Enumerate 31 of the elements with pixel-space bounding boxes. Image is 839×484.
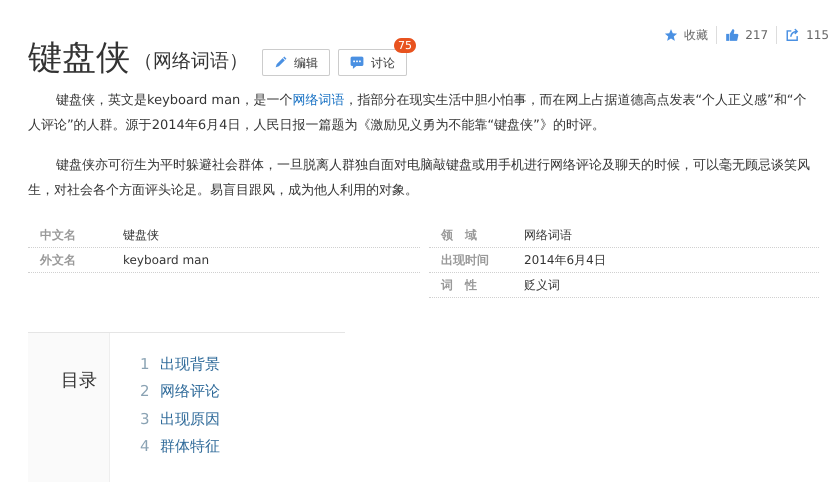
toc-item[interactable]: 1 出现背景 — [140, 350, 220, 378]
count-badge: 75 — [394, 38, 416, 53]
body-paragraph: 键盘侠，英文是keyboard man，是一个网络词语，指部分在现实生活中胆小怕事，而在网上占据道德高点发表“个人正义感”和“个人评论”的人群。源于2014年6月4日，人民日报一篇题为《激励见义勇为不能靠“键盘侠”》的时评。 — [28, 92, 808, 135]
action-link[interactable]: 217 — [745, 26, 768, 44]
action-link[interactable]: 收藏 — [684, 26, 708, 44]
info-value: 键盘侠 — [123, 227, 159, 244]
toolbar-button[interactable]: 编辑 — [262, 49, 330, 76]
star-icon — [664, 28, 678, 42]
toc-item[interactable]: 4 群体特征 — [140, 432, 220, 460]
share-icon — [785, 28, 800, 42]
toc-title: 目录 — [61, 370, 97, 391]
info-value: 网络词语 — [524, 227, 572, 244]
info-value: keyboard man — [123, 252, 210, 269]
info-value: 贬义词 — [524, 277, 560, 294]
info-label: 中文名 — [39, 227, 77, 244]
info-label: 出现时间 — [440, 252, 490, 269]
page-title: 键盘侠 — [28, 38, 130, 78]
term-link[interactable]: 网络词语 — [292, 93, 344, 108]
info-value: 2014年6月4日 — [524, 252, 606, 269]
title-qualifier: （网络词语） — [134, 48, 248, 74]
toc-item[interactable]: 3 出现原因 — [140, 405, 220, 432]
info-label: 领 域 — [440, 227, 478, 244]
pencil-icon — [274, 56, 287, 69]
action-link[interactable]: 115 — [806, 26, 829, 44]
chat-icon — [350, 56, 364, 69]
body-paragraph: 键盘侠亦可衍生为平时躲避社会群体，一旦脱离人群独自面对电脑敲键盘或用手机进行网络评论及聊天的时候，可以毫无顾忌谈笑风生，对社会各个方面评头论足。易盲目跟风，成为他人利用的对象。 — [28, 157, 811, 200]
info-label: 外文名 — [38, 252, 77, 269]
thumbs-up-icon — [725, 28, 740, 42]
toolbar-button[interactable]: 讨论 — [338, 49, 407, 76]
toc-item[interactable]: 2 网络评论 — [140, 378, 220, 405]
info-label: 词 性 — [440, 277, 478, 294]
